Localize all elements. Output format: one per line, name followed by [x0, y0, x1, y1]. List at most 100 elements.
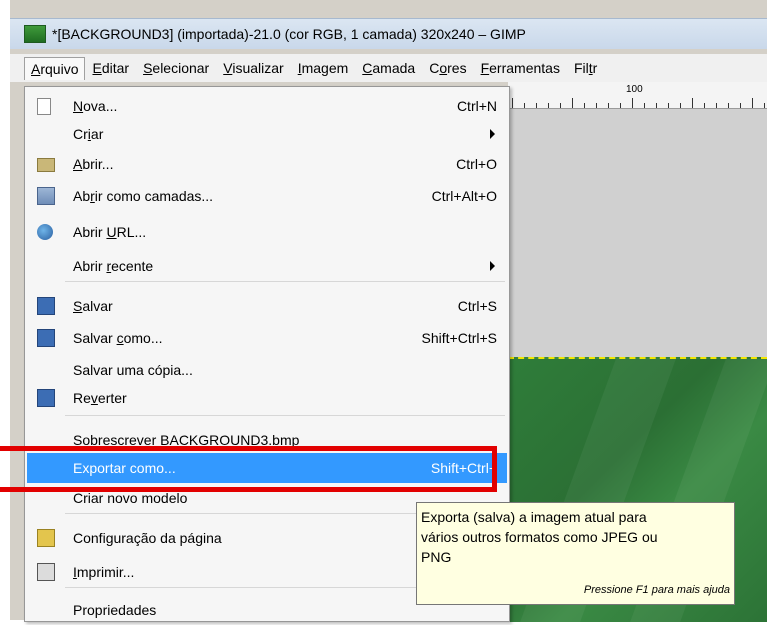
- menu-separator: [65, 415, 505, 416]
- ruler-tick: [524, 103, 525, 108]
- revert-icon: [37, 389, 55, 407]
- menu-item-abrir-url[interactable]: Abrir URL...: [27, 217, 507, 247]
- desktop-edge: [0, 0, 10, 620]
- menu-item-abrir-como-camadas-label: Abrir como camadas...: [73, 188, 213, 204]
- ruler-tick: [752, 98, 753, 108]
- menu-item-salvar-como-label-text: Salvar: [73, 330, 117, 346]
- menu-item-nova-label: Nova...: [73, 98, 117, 114]
- tooltip-line-2: vários outros formatos como JPEG ou: [421, 529, 658, 545]
- menu-item-salvar-uma-copia[interactable]: Salvar uma cópia...: [27, 355, 507, 385]
- menu-item-propriedades-label: Propriedades: [73, 602, 156, 618]
- menu-item-reverter-label-mnemonic: v: [90, 390, 98, 406]
- menu-separator: [65, 281, 505, 282]
- menu-cores-label-mnemonic: o: [439, 60, 448, 76]
- tooltip-line-3: PNG: [421, 549, 452, 565]
- menu-editar-label: Editar: [92, 60, 129, 76]
- menu-item-salvar-como-shortcut: Shift+Ctrl+S: [421, 330, 497, 346]
- ruler-tick: [584, 103, 585, 108]
- save-as-icon: [37, 329, 55, 347]
- menu-item-reverter[interactable]: Reverter: [27, 383, 507, 413]
- ruler-tick: [716, 103, 717, 108]
- ruler-tick: [668, 103, 669, 108]
- ruler-tick: [596, 103, 597, 108]
- menu-item-criar[interactable]: Criar: [27, 119, 507, 149]
- menu-item-criar-novo-modelo-label: Criar novo modelo: [73, 490, 187, 506]
- menu-cores[interactable]: Cores: [422, 60, 473, 76]
- menu-item-salvar-uma-copia-label: Salvar uma cópia...: [73, 362, 193, 378]
- menu-item-salvar-shortcut: Ctrl+S: [457, 298, 497, 314]
- menu-ferramentas-label-text-rest: erramentas: [489, 60, 560, 76]
- menu-arquivo-label: Arquivo: [31, 61, 78, 77]
- menu-visualizar-label-mnemonic: V: [223, 60, 233, 76]
- submenu-arrow-icon: [490, 129, 495, 139]
- ruler-tick: [728, 103, 729, 108]
- ruler-tick: [548, 103, 549, 108]
- menu-item-abrir-recente-label-text: Abrir: [73, 258, 107, 274]
- menu-selecionar-label-text-rest: elecionar: [152, 60, 210, 76]
- menu-bar: Arquivo Editar Selecionar Visualizar Imagem C…: [10, 54, 767, 82]
- menu-camada-label-mnemonic: C: [362, 60, 373, 76]
- ruler-tick: [680, 103, 681, 108]
- new-file-icon: [37, 97, 51, 115]
- menu-imagem-label-text-rest: magem: [301, 60, 349, 76]
- title-bar[interactable]: *[BACKGROUND3] (importada)-21.0 (cor RGB…: [10, 18, 767, 49]
- menu-camada-label-text-rest: amada: [372, 60, 416, 76]
- ruler-tick: [692, 98, 693, 108]
- open-layers-icon: [37, 187, 55, 205]
- menu-item-abrir[interactable]: Abrir... Ctrl+O: [27, 149, 507, 179]
- menu-cores-label-text-rest: res: [447, 60, 467, 76]
- menu-item-salvar-label-mnemonic: S: [73, 298, 83, 314]
- menu-item-abrir-url-label-text-rest: RL...: [116, 224, 147, 240]
- menu-filtros-label: Filtr: [574, 60, 597, 76]
- canvas-padding: [508, 109, 767, 357]
- menu-item-abrir-recente[interactable]: Abrir recente: [27, 251, 507, 281]
- menu-visualizar[interactable]: Visualizar: [216, 60, 290, 76]
- tooltip-line-1: Exporta (salva) a imagem atual para: [421, 509, 647, 525]
- menu-item-criar-label-text: Cr: [73, 126, 88, 142]
- ruler-tick: [536, 103, 537, 108]
- menu-item-abrir-url-label: Abrir URL...: [73, 224, 146, 240]
- menu-ferramentas[interactable]: Ferramentas: [474, 60, 567, 76]
- menu-editar-label-mnemonic: E: [92, 60, 102, 76]
- menu-item-propriedades-label-text: Propriedades: [73, 602, 157, 618]
- menu-filtros[interactable]: Filtr: [567, 60, 604, 76]
- tooltip-hint: Pressione F1 para mais ajuda: [583, 584, 730, 596]
- ruler-tick: [560, 103, 561, 108]
- menu-item-nova-label-mnemonic: N: [73, 98, 84, 114]
- save-icon: [37, 297, 55, 315]
- menu-item-salvar-como-label: Salvar como...: [73, 330, 162, 346]
- menu-selecionar[interactable]: Selecionar: [136, 60, 216, 76]
- menu-item-reverter-label-text: Re: [73, 390, 91, 406]
- menu-ferramentas-label-mnemonic: F: [480, 60, 490, 76]
- menu-item-salvar-como-label-mnemonic: c: [116, 330, 124, 346]
- menu-item-abrir-url-label-mnemonic: U: [106, 224, 117, 240]
- menu-item-criar-novo-modelo-label-text: Criar novo modelo: [73, 490, 188, 506]
- menu-item-salvar[interactable]: Salvar Ctrl+S: [27, 291, 507, 321]
- menu-imagem[interactable]: Imagem: [291, 60, 356, 76]
- globe-icon: [37, 224, 53, 240]
- menu-imagem-label: Imagem: [298, 60, 349, 76]
- menu-filtros-label-text-rest: r: [592, 60, 598, 76]
- menu-camada-label: Camada: [362, 60, 415, 76]
- menu-camada[interactable]: Camada: [355, 60, 422, 76]
- open-folder-icon: [37, 158, 55, 172]
- menu-item-abrir-recente-label-text-rest: ecente: [111, 258, 154, 274]
- menu-item-abrir-url-label-text: Abrir: [73, 224, 107, 240]
- ruler-tick: [608, 103, 609, 108]
- menu-visualizar-label: Visualizar: [223, 60, 283, 76]
- menu-item-reverter-label: Reverter: [73, 390, 127, 406]
- ruler-tick: [572, 98, 573, 108]
- menu-item-abrir-como-camadas[interactable]: Abrir como camadas... Ctrl+Alt+O: [27, 181, 507, 211]
- menu-item-nova[interactable]: Nova... Ctrl+N: [27, 91, 507, 121]
- menu-item-salvar-como[interactable]: Salvar como... Shift+Ctrl+S: [27, 323, 507, 353]
- menu-arquivo-label-text-rest: rquivo: [40, 60, 79, 77]
- print-icon: [37, 563, 55, 581]
- menu-item-abrir-label-mnemonic: A: [73, 156, 83, 172]
- menu-editar[interactable]: Editar: [85, 60, 136, 76]
- menu-item-salvar-como-label-text-rest: omo...: [123, 330, 163, 346]
- menu-arquivo[interactable]: Arquivo: [24, 56, 86, 80]
- ruler-tick: [704, 103, 705, 108]
- submenu-arrow-icon: [490, 261, 495, 271]
- horizontal-ruler[interactable]: 100: [508, 82, 767, 109]
- ruler-tick: [644, 103, 645, 108]
